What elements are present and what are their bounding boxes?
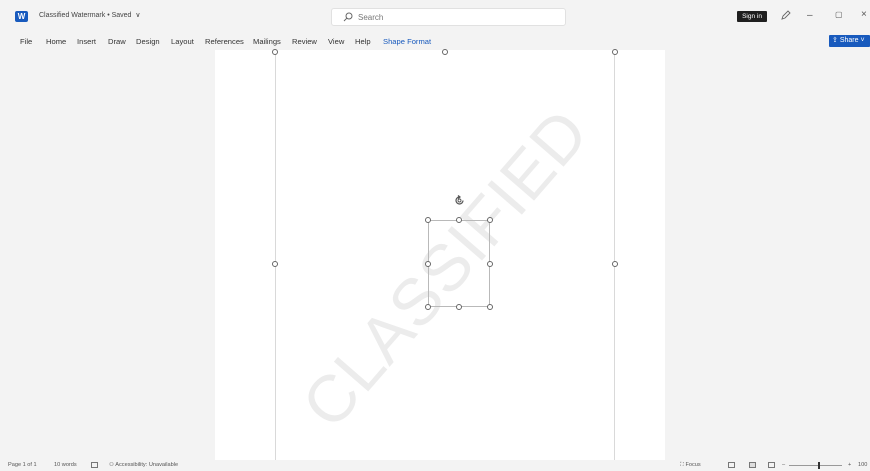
resize-handle-bottom[interactable] <box>456 304 462 310</box>
resize-handle-left[interactable] <box>272 261 278 267</box>
resize-handle-top-left[interactable] <box>425 217 431 223</box>
tab-design[interactable]: Design <box>136 37 160 46</box>
rotate-handle-icon[interactable] <box>453 194 466 207</box>
resize-handle-top[interactable] <box>442 49 448 55</box>
tab-review[interactable]: Review <box>292 37 317 46</box>
search-box[interactable]: Search <box>331 8 566 26</box>
resize-handle-top-right[interactable] <box>612 49 618 55</box>
document-title-text: Classified Watermark • Saved <box>39 12 132 19</box>
tab-view[interactable]: View <box>328 37 344 46</box>
tab-layout[interactable]: Layout <box>171 37 194 46</box>
selection-box[interactable] <box>428 220 490 307</box>
zoom-slider-track[interactable] <box>789 465 842 466</box>
tab-shape-format[interactable]: Shape Format <box>383 37 431 46</box>
word-app-icon[interactable]: W <box>15 11 28 22</box>
document-title[interactable]: Classified Watermark • Saved ∨ <box>39 11 141 19</box>
status-bar: Page 1 of 1 10 words ⚇ Accessibility: Un… <box>0 460 870 471</box>
share-icon: ⇪ <box>832 37 840 44</box>
close-button[interactable]: × <box>861 9 867 20</box>
tab-draw[interactable]: Draw <box>108 37 126 46</box>
left-margin-line <box>275 50 276 460</box>
resize-handle-left[interactable] <box>425 261 431 267</box>
resize-handle-bottom-left[interactable] <box>425 304 431 310</box>
chevron-down-icon: ˅ <box>858 37 865 44</box>
title-bar: W Classified Watermark • Saved ∨ Search … <box>0 0 870 32</box>
tab-references[interactable]: References <box>205 37 244 46</box>
web-layout-icon[interactable] <box>768 462 775 468</box>
right-margin-line <box>614 50 615 460</box>
zoom-in-button[interactable]: + <box>848 462 851 468</box>
accessibility-status[interactable]: ⚇ Accessibility: Unavailable <box>109 462 178 468</box>
ribbon-tabs: File Home Insert Draw Design Layout Refe… <box>0 32 870 50</box>
tab-file[interactable]: File <box>20 37 32 46</box>
resize-handle-bottom-right[interactable] <box>487 304 493 310</box>
focus-button[interactable]: ⛶ Focus <box>680 462 701 469</box>
resize-handle-right[interactable] <box>612 261 618 267</box>
tab-mailings[interactable]: Mailings <box>253 37 281 46</box>
accessibility-label: Accessibility: Unavailable <box>115 462 179 468</box>
focus-label: Focus <box>685 462 701 468</box>
print-layout-icon[interactable] <box>749 462 756 468</box>
resize-handle-top-right[interactable] <box>487 217 493 223</box>
read-mode-icon[interactable] <box>728 462 735 468</box>
sign-in-button[interactable]: Sign in <box>737 11 767 22</box>
resize-handle-top[interactable] <box>456 217 462 223</box>
proofing-icon[interactable] <box>91 462 98 468</box>
page-count[interactable]: Page 1 of 1 <box>8 462 37 468</box>
zoom-slider-thumb[interactable] <box>818 462 820 469</box>
share-button[interactable]: ⇪ Share ˅ <box>829 35 870 47</box>
tab-insert[interactable]: Insert <box>77 37 96 46</box>
tab-help[interactable]: Help <box>355 37 371 46</box>
minimize-button[interactable]: – <box>807 10 813 21</box>
search-icon <box>343 12 353 22</box>
resize-handle-right[interactable] <box>487 261 493 267</box>
zoom-level[interactable]: 100 <box>858 462 867 468</box>
word-count[interactable]: 10 words <box>54 462 77 468</box>
chevron-down-icon: ∨ <box>135 12 141 19</box>
zoom-out-button[interactable]: – <box>782 462 785 468</box>
tab-home[interactable]: Home <box>46 37 66 46</box>
restore-button[interactable]: ▢ <box>835 10 843 19</box>
pen-icon[interactable] <box>780 9 792 21</box>
search-placeholder: Search <box>358 13 384 22</box>
share-label: Share <box>839 37 859 44</box>
resize-handle-top-left[interactable] <box>272 49 278 55</box>
